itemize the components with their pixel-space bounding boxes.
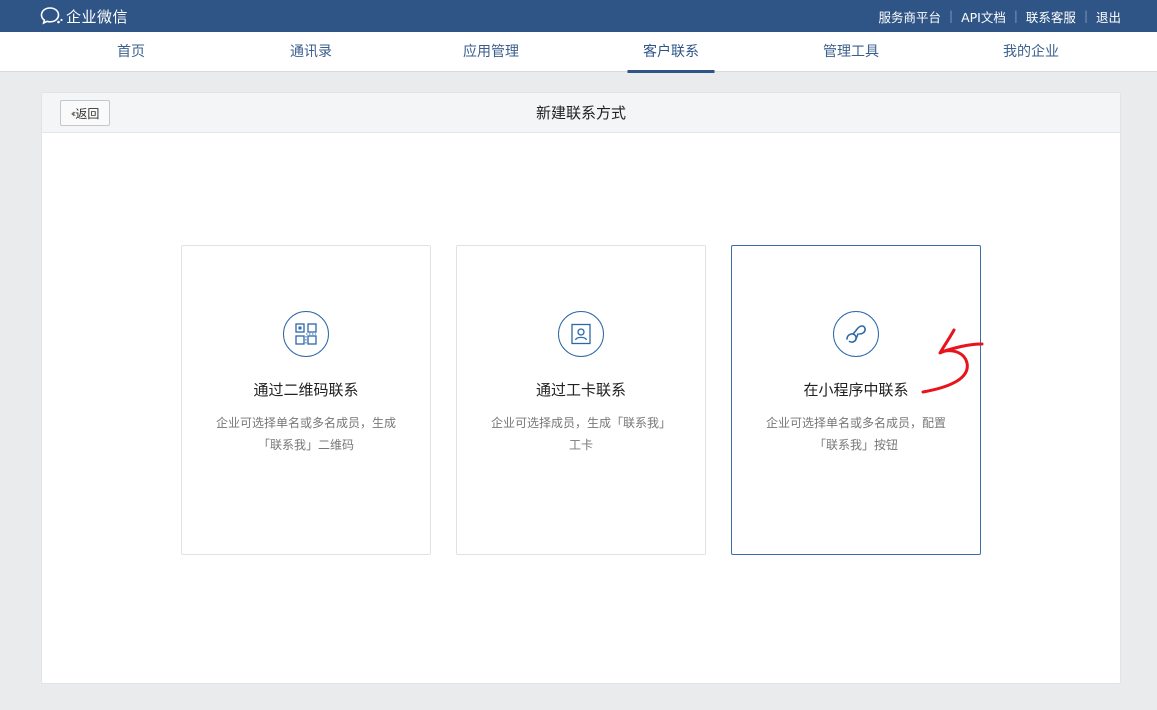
card-description-line: 企业可选择单名或多名成员，生成	[215, 416, 396, 430]
tab-management-tools[interactable]: 管理工具	[761, 32, 941, 72]
api-docs-link[interactable]: API文档	[961, 7, 1006, 26]
card-description: 企业可选择成员，生成「联系我」 工卡	[485, 412, 677, 456]
link-divider: |	[949, 9, 954, 23]
back-button[interactable]: ‹‹ 返回	[60, 100, 110, 126]
qrcode-contact-card[interactable]: 通过二维码联系 企业可选择单名或多名成员，生成 「联系我」二维码	[181, 245, 431, 555]
tab-customer-contact-label: 客户联系	[643, 44, 699, 60]
back-button-label: 返回	[75, 106, 100, 121]
tab-contacts[interactable]: 通讯录	[221, 32, 401, 72]
link-divider: |	[1013, 9, 1018, 23]
mini-program-icon	[833, 311, 879, 357]
link-divider: |	[1083, 9, 1088, 23]
card-description-line: 工卡	[568, 438, 593, 452]
card-description: 企业可选择单名或多名成员，生成 「联系我」二维码	[210, 412, 402, 456]
card-description-line: 「联系我」二维码	[257, 438, 354, 452]
hand-drawn-annotation-mark	[921, 328, 984, 394]
footer	[0, 700, 1157, 710]
logout-link[interactable]: 退出	[1096, 7, 1121, 26]
active-tab-indicator	[627, 70, 715, 73]
tab-app-management[interactable]: 应用管理	[401, 32, 581, 72]
card-description: 企业可选择单名或多名成员，配置 「联系我」按钮	[760, 412, 952, 456]
card-title: 通过二维码联系	[253, 381, 359, 399]
badge-card-contact-card[interactable]: 通过工卡联系 企业可选择成员，生成「联系我」 工卡	[456, 245, 706, 555]
tab-customer-contact[interactable]: 客户联系	[581, 32, 761, 73]
contact-support-link[interactable]: 联系客服	[1026, 7, 1076, 26]
tab-my-enterprise[interactable]: 我的企业	[941, 32, 1121, 72]
card-description-line: 「联系我」按钮	[813, 438, 898, 452]
tab-home[interactable]: 首页	[41, 32, 221, 72]
card-title: 通过工卡联系	[535, 381, 626, 399]
panel-header: 新建联系方式 ‹‹ 返回	[42, 93, 1120, 133]
page-title: 新建联系方式	[535, 104, 626, 122]
service-provider-link[interactable]: 服务商平台	[879, 7, 942, 26]
card-description-line: 企业可选择单名或多名成员，配置	[765, 416, 946, 430]
card-description-line: 企业可选择成员，生成「联系我」	[490, 416, 671, 430]
brand-name: 企业微信	[66, 7, 129, 26]
main-nav: 首页 通讯录 应用管理 客户联系 管理工具 我的企业	[0, 32, 1157, 73]
brand-logo[interactable]: 企业微信	[40, 6, 128, 26]
top-bar: 企业微信 服务商平台 | API文档 | 联系客服 | 退出	[0, 0, 1157, 32]
wecom-logo-icon	[40, 7, 63, 25]
top-links: 服务商平台 | API文档 | 联系客服 | 退出	[879, 0, 1121, 32]
qrcode-icon	[283, 311, 329, 357]
double-chevron-left-icon: ‹‹	[70, 106, 77, 120]
mini-program-contact-card[interactable]: 在小程序中联系 企业可选择单名或多名成员，配置 「联系我」按钮	[731, 245, 981, 555]
badge-card-icon	[558, 311, 604, 357]
